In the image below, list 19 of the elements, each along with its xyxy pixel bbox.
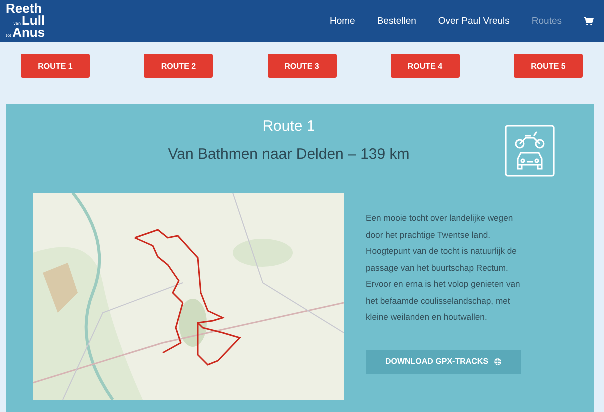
route-button[interactable]: ROUTE 4 <box>390 54 460 78</box>
route-button[interactable]: ROUTE 5 <box>514 54 583 78</box>
nav-link[interactable]: Routes <box>532 16 562 26</box>
download-button[interactable]: DOWNLOAD GPX-TRACKS <box>366 350 521 374</box>
logo-text: Lull <box>22 15 46 27</box>
route-description: Een mooie tocht over landelijke wegen door het prachtige Twentse land. Hoogtepunt van de tocht is natuurlijk de passage van het buurtschap Rectum. Ervoor en erna is het volop genieten van het befaamde coulisselandschap, met kleine weilanden en houtwallen. <box>366 212 522 324</box>
logo-text: Anus <box>12 27 46 39</box>
route-button[interactable]: ROUTE 3 <box>268 54 336 78</box>
nav-link[interactable]: Over Paul Vreuls <box>438 16 510 26</box>
motorcycle-car-icon <box>505 125 555 177</box>
route-button[interactable]: ROUTE 2 <box>144 54 214 78</box>
nav-link[interactable]: Home <box>330 16 356 26</box>
route-button[interactable]: ROUTE 1 <box>21 54 90 78</box>
logo-text: Reeth <box>6 3 42 15</box>
cart-icon[interactable] <box>584 16 594 26</box>
route-title: Route 1 <box>262 118 316 136</box>
route-subtitle: Van Bathmen naar Delden – 139 km <box>168 146 410 163</box>
globe-icon <box>494 358 502 366</box>
nav-link[interactable]: Bestellen <box>377 16 416 26</box>
